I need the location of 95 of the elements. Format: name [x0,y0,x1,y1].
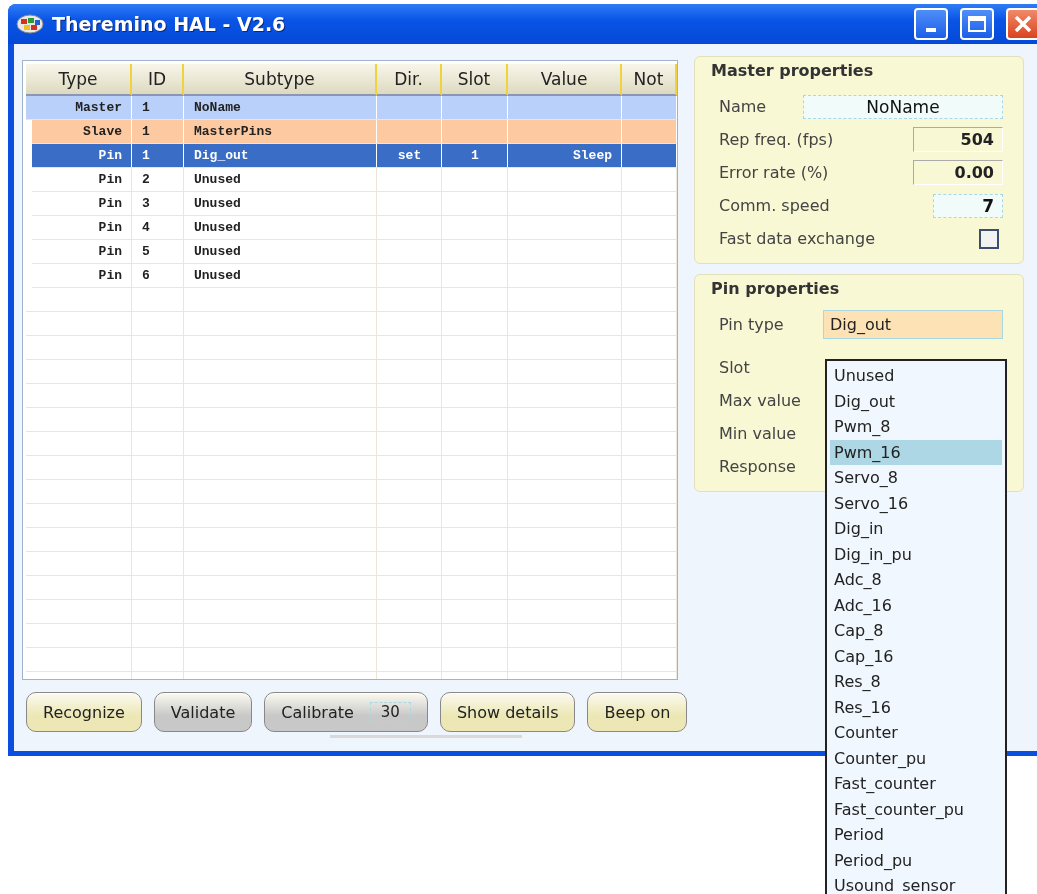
field-label: Response [719,457,796,476]
maximize-button[interactable] [960,8,994,40]
action-button[interactable]: Show details [439,692,576,732]
table-cell: Dig_out [194,148,249,163]
table-cell: Unused [194,196,241,211]
table-cell: MasterPins [194,124,272,139]
list-option[interactable]: Adc_16 [830,592,1002,618]
column-header[interactable]: Dir. [377,64,442,96]
list-option[interactable]: Pwm_16 [830,439,1002,465]
action-button[interactable]: Recognize [26,692,142,732]
field-label: Name [719,97,767,116]
readout-field: 0.00 [913,160,1003,185]
list-option[interactable]: Pwm_8 [830,414,1002,440]
table-row[interactable]: Pin 4 Unused [32,216,677,240]
table-cell: Pin [98,244,122,259]
field-label: Pin type [719,315,784,334]
field-label: Rep freq. (fps) [719,130,834,149]
table-cell: Pin [98,172,122,187]
column-header[interactable]: Value [508,64,622,96]
value-field[interactable]: 30 [369,702,411,722]
table-cell: Pin [98,148,122,163]
field-label: Error rate (%) [719,163,829,182]
table-row[interactable]: Pin 6 Unused [32,264,677,288]
app-icon [16,13,44,35]
maximize-icon [967,15,987,33]
table-cell: 1 [142,124,150,139]
table-cell: 1 [142,148,150,163]
list-option[interactable]: Servo_16 [830,490,1002,516]
table-cell: Unused [194,172,241,187]
list-option[interactable]: Adc_8 [830,567,1002,593]
field-label: Max value [719,391,801,410]
pin-type-dropdown[interactable]: Dig_out [823,310,1003,339]
table-cell: 5 [142,244,150,259]
list-option[interactable]: Servo_8 [830,465,1002,491]
list-option[interactable]: Res_16 [830,694,1002,720]
list-option[interactable]: Dig_in_pu [830,541,1002,567]
field-label: Min value [719,424,797,443]
list-option[interactable]: Fast_counter_pu [830,796,1002,822]
minimize-icon [926,28,936,32]
table-row[interactable]: Slave 1 MasterPins [32,120,677,144]
table-cell: 2 [142,172,150,187]
field-label: Comm. speed [719,196,830,215]
list-option[interactable]: Res_8 [830,669,1002,695]
table-cell: Unused [194,244,241,259]
list-option[interactable]: Counter [830,720,1002,746]
action-button[interactable]: Validate [153,692,253,732]
list-option[interactable]: Cap_8 [830,618,1002,644]
table-cell: Pin [98,268,122,283]
list-option[interactable]: Usound_sensor [830,873,1002,894]
field-label: Fast data exchange [719,229,875,248]
selected-row[interactable]: Pin 1 Dig_out set 1 Sleep [32,144,677,168]
column-header[interactable]: ID [132,64,184,96]
table-cell: Pin [98,220,122,235]
table-cell: 6 [142,268,150,283]
table-row[interactable]: Pin 3 Unused [32,192,677,216]
name-field[interactable]: NoName [803,94,1003,119]
table-cell: Pin [98,196,122,211]
column-header[interactable]: Not [622,64,677,96]
checkbox[interactable] [979,228,999,249]
close-button[interactable] [1006,8,1037,40]
window-title: Theremino HAL - V2.6 [52,13,287,35]
column-header[interactable]: Type [26,64,132,96]
field-label: Slot [719,358,750,377]
table-cell: 1 [471,148,479,163]
table-row[interactable]: Master 1 NoName [26,96,677,120]
table-cell: set [397,148,422,163]
column-header[interactable]: Subtype [184,64,377,96]
action-button[interactable]: Calibrate 30 [264,692,428,732]
table-cell: Unused [194,268,241,283]
table-cell: NoName [194,100,241,115]
list-option[interactable]: Cap_16 [830,643,1002,669]
close-icon [1013,14,1033,34]
button-label: Calibrate [281,702,354,722]
list-option[interactable]: Counter_pu [830,745,1002,771]
list-option[interactable]: Period_pu [830,847,1002,873]
table-row[interactable]: Pin 5 Unused [32,240,677,264]
readout-field: 504 [913,127,1003,152]
column-header[interactable]: Slot [442,64,508,96]
group-title: Master properties [711,61,875,80]
group-title: Pin properties [711,279,841,298]
table-cell: 1 [142,100,150,115]
table-cell: Unused [194,220,241,235]
table-cell: Slave [83,124,122,139]
table-cell: 4 [142,220,150,235]
list-option[interactable]: Fast_counter [830,771,1002,797]
speed-field[interactable]: 7 [933,193,1003,218]
list-option[interactable]: Dig_in [830,516,1002,542]
list-option[interactable]: Dig_out [830,388,1002,414]
list-option[interactable]: Period [830,822,1002,848]
table-cell: 3 [142,196,150,211]
table-row[interactable]: Pin 2 Unused [32,168,677,192]
list-option[interactable]: Unused [830,363,1002,389]
action-button[interactable]: Beep on [587,692,688,732]
minimize-button[interactable] [914,8,948,40]
table-cell: Master [75,100,122,115]
